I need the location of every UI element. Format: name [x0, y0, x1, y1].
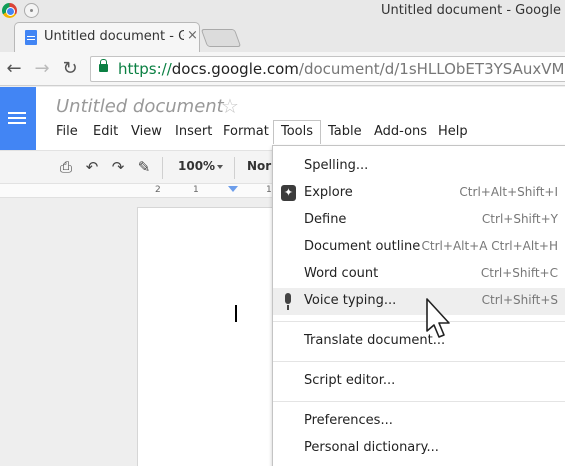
zoom-select[interactable]: 100%: [178, 159, 215, 173]
menu-file[interactable]: File: [49, 120, 85, 144]
print-icon[interactable]: ⎙: [56, 157, 76, 177]
menu-divider: [273, 321, 565, 322]
tools-menu-dropdown: Spelling... ✦ Explore Ctrl+Alt+Shift+I D…: [272, 145, 565, 466]
menu-add-ons[interactable]: Add-ons: [367, 120, 434, 144]
navigation-bar: ← → ↻ https://docs.google.com/document/d…: [0, 52, 565, 86]
menu-edit[interactable]: Edit: [86, 120, 125, 144]
star-icon[interactable]: ☆: [221, 94, 239, 118]
undo-icon[interactable]: ↶: [82, 157, 102, 177]
menu-item-voice-typing[interactable]: Voice typing... Ctrl+Shift+S: [273, 288, 565, 315]
forward-arrow-icon[interactable]: →: [30, 57, 54, 81]
menu-item-personal-dictionary[interactable]: Personal dictionary...: [273, 435, 565, 462]
redo-icon[interactable]: ↷: [108, 157, 128, 177]
menu-item-shortcut: Ctrl+Shift+Y: [481, 212, 558, 226]
indent-marker-icon[interactable]: [228, 186, 238, 192]
menu-item-shortcut: Ctrl+Alt+Shift+I: [459, 185, 558, 199]
menu-format[interactable]: Format: [216, 120, 276, 144]
menu-item-spelling[interactable]: Spelling...: [273, 153, 565, 180]
document-title[interactable]: Untitled document: [56, 96, 224, 117]
toolbar-divider: [234, 157, 235, 179]
menu-item-preferences[interactable]: Preferences...: [273, 408, 565, 435]
menu-item-label: Preferences...: [304, 413, 393, 428]
window-titlebar: Untitled document - Google: [0, 0, 565, 22]
browser-tab[interactable]: Untitled document - Google Docs ×: [14, 22, 200, 52]
url-scheme: https://: [118, 60, 172, 78]
menu-item-define[interactable]: Define Ctrl+Shift+Y: [273, 207, 565, 234]
menu-item-shortcut: Ctrl+Alt+A Ctrl+Alt+H: [421, 239, 558, 253]
menu-divider: [273, 401, 565, 402]
menu-item-shortcut: Ctrl+Shift+S: [481, 293, 558, 307]
paint-format-icon[interactable]: ✎: [134, 157, 154, 177]
docs-favicon-icon: [25, 30, 37, 45]
reload-icon[interactable]: ↻: [58, 57, 82, 81]
docs-header: Untitled document ☆ File Edit View Inser…: [0, 87, 565, 150]
menu-item-script-editor[interactable]: Script editor...: [273, 368, 565, 395]
menu-item-label: Voice typing...: [304, 293, 397, 308]
tab-label: Untitled document - Google Docs: [44, 29, 184, 44]
address-bar[interactable]: https://docs.google.com/document/d/1sHLL…: [90, 56, 565, 82]
menu-item-translate-document[interactable]: Translate document...: [273, 328, 565, 355]
menu-item-label: Define: [304, 212, 347, 227]
text-cursor: [235, 305, 237, 322]
menu-item-word-count[interactable]: Word count Ctrl+Shift+C: [273, 261, 565, 288]
menu-item-label: Document outline: [304, 239, 421, 254]
menu-item-label: Explore: [304, 185, 353, 200]
microphone-icon: [281, 292, 297, 310]
toolbar-divider: [162, 157, 163, 179]
docs-home-icon[interactable]: [0, 87, 36, 150]
menu-item-label: Personal dictionary...: [304, 440, 439, 455]
tab-strip: Untitled document - Google Docs ×: [0, 22, 565, 52]
window-title: Untitled document - Google: [381, 3, 561, 18]
menu-item-shortcut: Ctrl+Shift+C: [480, 266, 558, 280]
tab-close-icon[interactable]: ×: [187, 28, 198, 43]
ruler-mark: 1: [266, 185, 272, 195]
menu-divider: [273, 361, 565, 362]
menu-tools[interactable]: Tools: [273, 120, 322, 144]
chevron-down-icon[interactable]: [217, 165, 223, 169]
explore-icon: ✦: [281, 185, 296, 201]
url-path: /document/d/1sHLLObET3YSAuxVMBhc: [298, 60, 565, 78]
menu-help[interactable]: Help: [431, 120, 475, 144]
chrome-logo-icon: [2, 3, 17, 18]
menu-item-document-outline[interactable]: Document outline Ctrl+Alt+A Ctrl+Alt+H: [273, 234, 565, 261]
window-menu-button[interactable]: [24, 3, 39, 18]
menu-item-label: Spelling...: [304, 158, 369, 173]
url-host: docs.google.com: [171, 60, 299, 78]
menu-view[interactable]: View: [124, 120, 169, 144]
menu-insert[interactable]: Insert: [168, 120, 219, 144]
menu-item-label: Script editor...: [304, 373, 396, 388]
menu-table[interactable]: Table: [321, 120, 369, 144]
url-text[interactable]: https://docs.google.com/document/d/1sHLL…: [118, 60, 565, 78]
new-tab-button[interactable]: [200, 29, 242, 47]
ruler-mark: 2: [155, 185, 161, 195]
back-arrow-icon[interactable]: ←: [2, 57, 26, 81]
mouse-pointer-icon: [426, 298, 450, 338]
menu-item-explore[interactable]: ✦ Explore Ctrl+Alt+Shift+I: [273, 180, 565, 207]
menu-item-label: Word count: [304, 266, 379, 281]
ruler-mark: 1: [193, 185, 199, 195]
lock-icon[interactable]: [99, 59, 108, 72]
